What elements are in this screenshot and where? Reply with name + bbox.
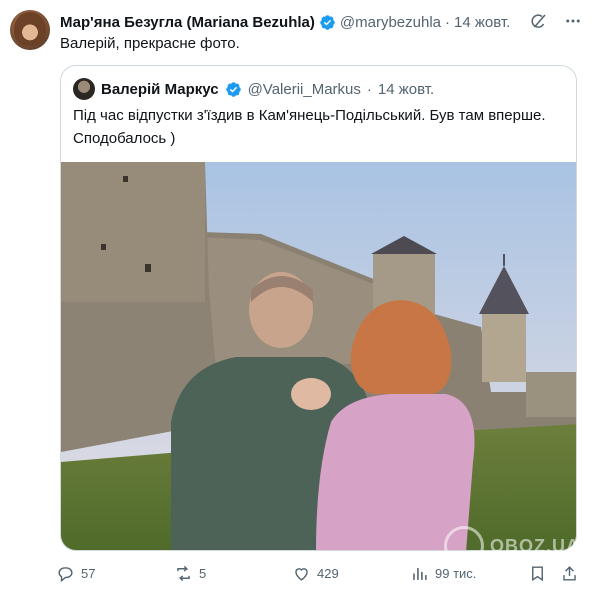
verified-badge-icon bbox=[320, 14, 335, 30]
quote-timestamp: 14 жовт. bbox=[377, 80, 435, 98]
author-avatar[interactable] bbox=[10, 10, 50, 50]
watermark: OBOZ.UA bbox=[444, 526, 580, 566]
quoted-tweet[interactable]: Валерій Маркус @Valerii_Markus · 14 жовт… bbox=[60, 65, 577, 551]
watermark-text: OBOZ.UA bbox=[490, 535, 580, 556]
like-button[interactable]: 429 bbox=[292, 561, 339, 585]
reply-icon bbox=[58, 566, 73, 582]
reply-button[interactable]: 57 bbox=[56, 561, 95, 585]
bookmark-icon bbox=[532, 565, 543, 581]
views-chart-icon bbox=[413, 567, 427, 580]
author-name[interactable]: Мар'яна Безугла (Mariana Bezuhla) bbox=[60, 14, 315, 31]
action-bar: 57 5 429 99 тис. bbox=[56, 561, 586, 585]
tweet-photo[interactable] bbox=[61, 162, 576, 550]
more-options-icon[interactable] bbox=[564, 12, 582, 30]
views-count: 99 тис. bbox=[435, 565, 477, 581]
share-icon bbox=[563, 565, 576, 581]
retweet-icon bbox=[177, 565, 190, 581]
verified-badge-icon bbox=[225, 81, 241, 97]
top-actions bbox=[530, 12, 582, 30]
watermark-logo-icon bbox=[444, 526, 484, 566]
quote-author-handle: @Valerii_Markus bbox=[247, 80, 361, 98]
tweet-header: Мар'яна Безугла (Mariana Bezuhla) @maryb… bbox=[60, 12, 510, 32]
heart-icon bbox=[295, 567, 308, 581]
tweet-text: Валерій, прекрасне фото. bbox=[60, 35, 240, 52]
share-button[interactable] bbox=[560, 561, 579, 585]
tweet: Мар'яна Безугла (Mariana Bezuhla) @maryb… bbox=[0, 0, 596, 593]
bookmark-button[interactable] bbox=[528, 561, 547, 585]
grok-icon[interactable] bbox=[530, 12, 548, 30]
views-button[interactable]: 99 тис. bbox=[410, 561, 476, 585]
retweet-button[interactable]: 5 bbox=[174, 561, 206, 585]
like-count: 429 bbox=[317, 565, 339, 581]
tweet-timestamp[interactable]: 14 жовт. bbox=[454, 14, 510, 31]
separator-dot: · bbox=[366, 80, 372, 98]
author-handle[interactable]: @marybezuhla bbox=[340, 14, 441, 31]
quote-header: Валерій Маркус @Valerii_Markus · 14 жовт… bbox=[73, 78, 434, 100]
quote-text: Під час відпустки з'їздив в Кам'янець-По… bbox=[73, 107, 546, 147]
quote-author-avatar bbox=[73, 78, 95, 100]
retweet-count: 5 bbox=[199, 565, 207, 581]
quote-author-name: Валерій Маркус bbox=[101, 80, 219, 98]
separator-dot: · bbox=[445, 13, 450, 31]
reply-count: 57 bbox=[81, 565, 96, 581]
